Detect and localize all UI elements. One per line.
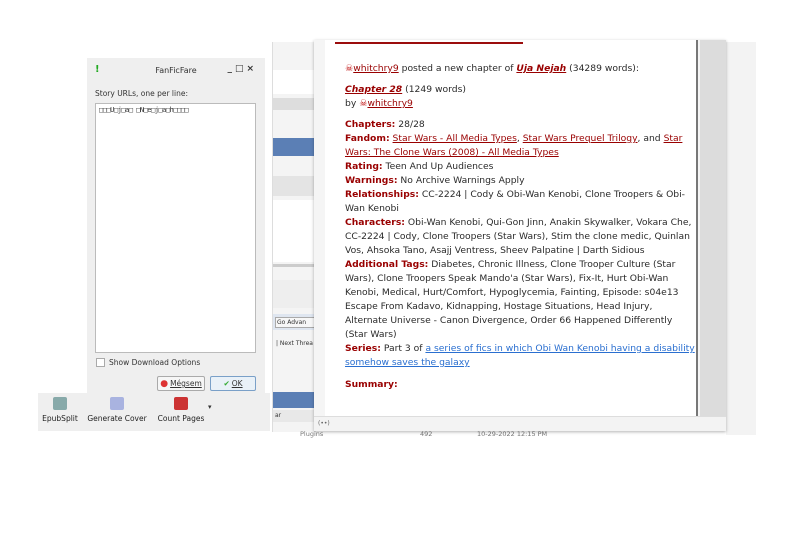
epubsplit-icon — [53, 397, 67, 410]
ok-label: OK — [231, 379, 243, 388]
epubsplit-label: EpubSplit — [42, 414, 78, 423]
count-pages-button[interactable]: Count Pages — [155, 397, 207, 423]
story-link[interactable]: Uja Nejah — [516, 63, 566, 74]
tags-label: Additional Tags: — [345, 259, 429, 270]
warnings-value: No Archive Warnings Apply — [397, 175, 525, 186]
author-link-2[interactable]: whitchry9 — [367, 98, 412, 109]
author-link[interactable]: whitchry9 — [353, 63, 398, 74]
plugin-toolbar: EpubSplit Generate Cover Count Pages ▾ — [38, 393, 270, 431]
count-pages-icon — [174, 397, 188, 410]
next-thread-link[interactable]: | Next Threa — [273, 340, 317, 347]
series-part: Part 3 of — [380, 343, 426, 354]
check-icon: ✔ — [223, 379, 230, 388]
row-name: Plugins — [300, 430, 324, 438]
cancel-icon: ● — [160, 378, 169, 389]
background-app: Go Advan | Next Threa ar — [272, 42, 317, 432]
rating-value: Teen And Up Audiences — [382, 161, 494, 172]
tags-value: Diabetes, Chronic Illness, Clone Trooper… — [345, 259, 679, 340]
fandom-link[interactable]: Star Wars Prequel Trilogy — [523, 133, 638, 144]
warnings-label: Warnings: — [345, 175, 398, 186]
maximize-icon[interactable]: □ — [235, 64, 247, 74]
background-panel — [726, 42, 756, 435]
characters-label: Characters: — [345, 217, 405, 228]
story-urls-label: Story URLs, one per line: — [95, 89, 188, 98]
chapters-label: Chapters: — [345, 119, 396, 130]
by-text: by — [345, 98, 360, 109]
chapter-words: (1249 words) — [402, 84, 466, 95]
popup-content: ☠whitchry9 posted a new chapter of Uja N… — [325, 40, 698, 416]
generate-cover-icon — [110, 397, 124, 410]
fanficfare-dialog: ! FanFicFare _□× Story URLs, one per lin… — [87, 58, 265, 394]
status-bar: (••) — [314, 416, 726, 431]
close-icon[interactable]: × — [246, 64, 257, 74]
header-rule — [335, 42, 523, 44]
row-date: 10-29-2022 12:15 PM — [477, 430, 548, 438]
story-words: (34289 words): — [566, 63, 639, 74]
window-controls: _□× — [227, 64, 257, 74]
count-pages-label: Count Pages — [157, 414, 205, 423]
notification-popup: ☠whitchry9 posted a new chapter of Uja N… — [314, 40, 726, 431]
minimize-icon[interactable]: _ — [227, 64, 235, 74]
plugins-row: Plugins 492 10-29-2022 12:15 PM — [272, 430, 572, 438]
fandom-label: Fandom: — [345, 133, 390, 144]
generate-cover-label: Generate Cover — [87, 414, 147, 423]
story-urls-input[interactable]: □□□U□j□a□ □N□e□j□a□h□□□□ — [95, 103, 256, 353]
row-count: 492 — [420, 430, 433, 438]
user-icon: ☠ — [345, 63, 354, 74]
generate-cover-button[interactable]: Generate Cover — [86, 397, 148, 423]
story-metadata: Chapters: 28/28 Fandom: Star Wars - All … — [345, 119, 695, 368]
series-label: Series: — [345, 343, 381, 354]
go-advanced-button[interactable]: Go Advan — [275, 317, 315, 328]
summary-label: Summary: — [345, 379, 398, 390]
title-bar: ! FanFicFare _□× — [87, 58, 265, 80]
cancel-button[interactable]: ● Mégsem — [157, 376, 205, 391]
rating-label: Rating: — [345, 161, 383, 172]
column-header: ar — [273, 410, 317, 422]
show-download-options-checkbox[interactable] — [96, 358, 105, 367]
scrollbar[interactable] — [700, 40, 726, 416]
dropdown-arrow-icon[interactable]: ▾ — [208, 403, 212, 411]
chapter-link[interactable]: Chapter 28 — [345, 84, 402, 95]
cancel-label: Mégsem — [170, 379, 202, 388]
epubsplit-button[interactable]: EpubSplit — [40, 397, 80, 423]
posted-text: posted a new chapter of — [398, 63, 517, 74]
show-download-options-label: Show Download Options — [109, 358, 201, 367]
ok-button[interactable]: ✔ OK — [210, 376, 256, 391]
fandom-link[interactable]: Star Wars - All Media Types — [393, 133, 517, 144]
relationships-label: Relationships: — [345, 189, 419, 200]
chapters-value: 28/28 — [395, 119, 425, 130]
